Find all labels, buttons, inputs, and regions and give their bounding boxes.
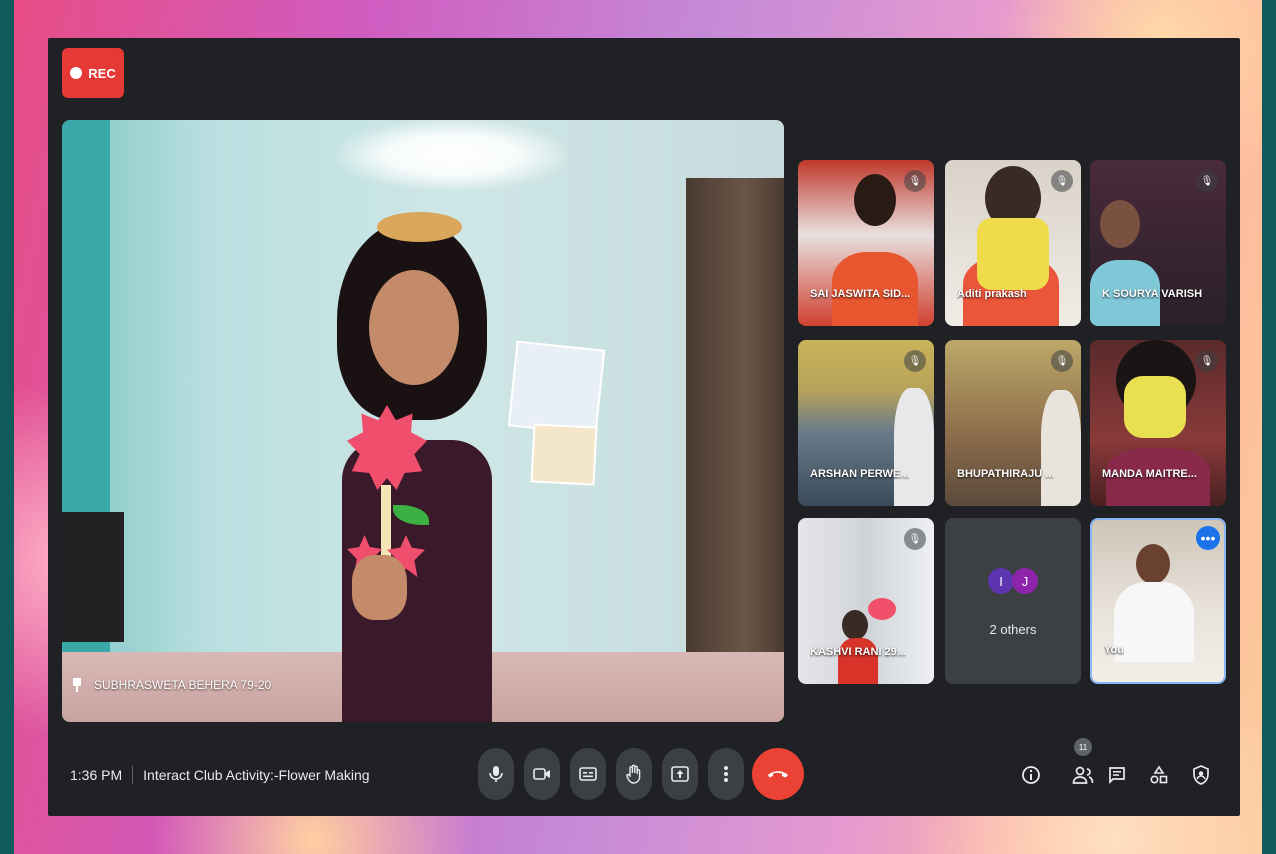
camera-button[interactable] [524,748,560,800]
microphone-icon [489,766,503,782]
self-tile[interactable]: ••• You [1090,518,1226,684]
participant-tile[interactable]: ARSHAN PERWE... [798,340,934,506]
mic-off-icon [904,170,926,192]
self-name: You [1104,644,1124,656]
mic-off-icon [1196,350,1218,372]
participant-name: MANDA MAITRE... [1102,468,1197,480]
participant-name: BHUPATHIRAJU ... [957,468,1055,480]
avatar: J [1012,568,1038,594]
captions-button[interactable] [570,748,606,800]
avatar: I [988,568,1014,594]
activities-icon [1150,765,1168,784]
activities-button[interactable] [1146,762,1172,788]
head [1100,200,1140,248]
people-count-badge: 11 [1074,738,1092,756]
divider [132,766,134,784]
more-options-icon[interactable]: ••• [1196,526,1220,550]
more-vert-icon [724,766,728,782]
participant-tile[interactable]: SAI JASWITA SID... [798,160,934,326]
raise-hand-button[interactable] [616,748,652,800]
paper-flower [977,218,1049,290]
participant-name: KASHVI RANI 29... [810,646,906,658]
mic-off-icon [1051,350,1073,372]
head [842,610,868,640]
body [1041,390,1081,506]
shelf [62,512,124,642]
microphone-button[interactable] [478,748,514,800]
info-icon [1022,766,1040,784]
end-call-button[interactable] [752,748,804,800]
present-button[interactable] [662,748,698,800]
mic-off-icon [1196,170,1218,192]
door [686,178,784,722]
host-controls-button[interactable] [1188,762,1214,788]
people-button[interactable] [1070,762,1096,788]
control-bar: 1:36 PM Interact Club Activity:-Flower M… [48,738,1240,812]
main-participant-name: SUBHRASWETA BEHERA 79-20 [72,678,271,692]
others-label: 2 others [989,622,1037,637]
face [369,270,459,385]
participant-tile[interactable]: BHUPATHIRAJU ... [945,340,1081,506]
meeting-info: 1:36 PM Interact Club Activity:-Flower M… [70,766,370,784]
participant-tile[interactable]: K SOURYA VARISH [1090,160,1226,326]
camera-icon [533,768,550,780]
wall-chart [530,423,598,486]
captions-icon [579,767,597,781]
recording-label: REC [88,65,116,81]
participant-tile[interactable]: KASHVI RANI 29... [798,518,934,684]
record-dot-icon [70,67,83,79]
participant-name: Aditi prakash [957,288,1027,300]
paper-flower [1124,376,1186,438]
head [1136,544,1170,584]
raise-hand-icon [626,764,641,784]
main-video-tile[interactable] [62,120,784,722]
others-avatars: I J [945,568,1081,594]
head [854,174,896,226]
participant-name: ARSHAN PERWE... [810,468,910,480]
participant-tile[interactable]: MANDA MAITRE... [1090,340,1226,506]
more-options-button[interactable] [708,748,744,800]
participant-name-label: SUBHRASWETA BEHERA 79-20 [94,678,272,692]
ceiling-light [337,120,567,190]
participant-name: SAI JASWITA SID... [810,288,911,300]
people-icon [1072,766,1094,784]
others-tile[interactable]: I J 2 others [945,518,1081,684]
hand [352,555,407,620]
participant-name: K SOURYA VARISH [1102,288,1203,300]
present-icon [671,766,689,782]
meeting-time: 1:36 PM [70,767,123,783]
pin-icon[interactable] [72,678,82,692]
body [894,388,934,506]
paper-flower [868,598,896,620]
recording-badge[interactable]: REC [62,48,124,98]
participant-video [307,200,537,722]
chat-icon [1109,767,1125,784]
body [838,638,878,684]
body [1114,582,1194,662]
end-call-icon [768,771,788,778]
host-controls-icon [1193,765,1209,785]
mic-off-icon [1051,170,1073,192]
meeting-details-button[interactable] [1018,762,1044,788]
participant-tile[interactable]: Aditi prakash [945,160,1081,326]
meeting-title: Interact Club Activity:-Flower Making [143,767,370,783]
chat-button[interactable] [1104,762,1130,788]
hairband [377,212,462,242]
mic-off-icon [904,350,926,372]
mic-off-icon [904,528,926,550]
